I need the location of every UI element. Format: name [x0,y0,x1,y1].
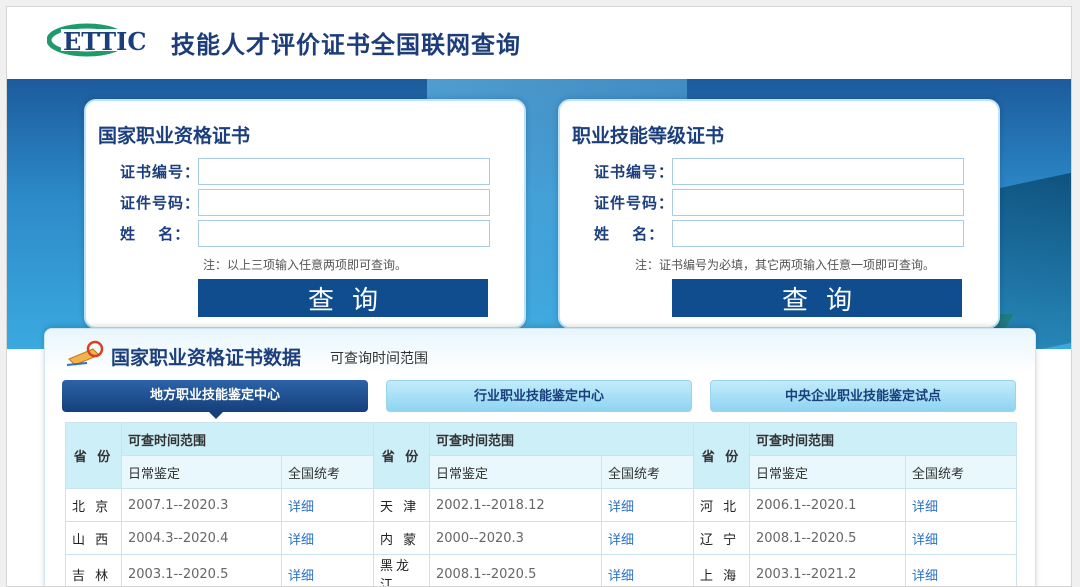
national-header: 全国统考 [905,455,1017,489]
certificate-number-label: 证书编号： [120,163,201,181]
ettic-logo: ETTIC [47,23,159,57]
national-certificate-card: 国家职业资格证书 证书编号： 证件号码： 姓 名： 注：以上三项输入任意两项即可… [84,99,526,329]
table-row: 北 京 2007.1--2020.3 详细 天 津 2002.1--2018.1… [65,488,1017,522]
table-header-row: 省 份 可查时间范围 省 份 可查时间范围 省 份 可查时间范围 [65,422,1017,489]
site-title: 技能人才评价证书全国联网查询 [171,31,521,59]
certificate-number-row: 证书编号： [120,158,500,185]
skill-level-certificate-card: 职业技能等级证书 证书编号： 证件号码： 姓 名： 注：证书编号为必填，其它两项… [558,99,1000,329]
detail-link[interactable]: 详细 [601,554,694,586]
province-header: 省 份 [65,422,122,489]
logo-text: ETTIC [63,27,146,56]
detail-link[interactable]: 详细 [905,554,1017,586]
detail-link[interactable]: 详细 [281,488,374,522]
range-cell: 2002.1--2018.12 [429,488,602,522]
table-row: 山 西 2004.3--2020.4 详细 内 蒙 2000--2020.3 详… [65,521,1017,555]
certificate-number-label: 证书编号： [594,163,675,181]
card-title: 国家职业资格证书 [98,125,251,147]
province-cell: 河 北 [693,488,750,522]
table-subheader-row: 日常鉴定 全国统考 日常鉴定 全国统考 日常鉴定 全国统考 [66,455,1017,489]
tab-central-enterprise[interactable]: 中央企业职业技能鉴定试点 [710,380,1016,412]
detail-link[interactable]: 详细 [905,488,1017,522]
daily-header: 日常鉴定 [121,455,282,489]
id-number-row: 证件号码： [120,189,500,216]
name-input[interactable] [672,220,964,247]
panel-title: 国家职业资格证书数据 [111,347,302,369]
range-cell: 2007.1--2020.3 [121,488,282,522]
certificate-number-input[interactable] [198,158,490,185]
province-cell: 天 津 [373,488,430,522]
page-frame: ETTIC 技能人才评价证书全国联网查询 国家职业资格证书 证书编号： 证件号码… [6,6,1072,587]
pen-certificate-icon [66,340,104,366]
certificate-number-input[interactable] [672,158,964,185]
name-input[interactable] [198,220,490,247]
name-label: 姓 名： [594,225,665,243]
tab-local-center[interactable]: 地方职业技能鉴定中心 [62,380,368,419]
detail-link[interactable]: 详细 [601,488,694,522]
panel-subtitle: 可查询时间范围 [330,351,428,367]
range-cell: 2006.1--2020.1 [749,488,906,522]
province-cell: 内 蒙 [373,521,430,555]
detail-link[interactable]: 详细 [601,521,694,555]
range-cell: 2003.1--2021.2 [749,554,906,586]
certificate-number-row: 证书编号： [594,158,974,185]
province-header: 省 份 [693,422,750,489]
id-number-input[interactable] [198,189,490,216]
id-number-label: 证件号码： [120,194,201,212]
id-number-label: 证件号码： [594,194,675,212]
range-cell: 2000--2020.3 [429,521,602,555]
query-note: 注：以上三项输入任意两项即可查询。 [203,258,408,272]
daily-header: 日常鉴定 [749,455,906,489]
card-title: 职业技能等级证书 [572,125,725,147]
query-note: 注：证书编号为必填，其它两项输入任意一项即可查询。 [635,258,936,272]
range-header: 可查时间范围 [121,422,374,456]
id-number-row: 证件号码： [594,189,974,216]
range-header: 可查时间范围 [749,422,1017,456]
table-row: 吉 林 2003.1--2020.5 详细 黑龙江 2008.1--2020.5… [65,554,1017,586]
national-header: 全国统考 [601,455,694,489]
name-row: 姓 名： [594,220,974,247]
range-cell: 2003.1--2020.5 [121,554,282,586]
province-cell: 北 京 [65,488,122,522]
national-header: 全国统考 [281,455,374,489]
detail-link[interactable]: 详细 [281,521,374,555]
range-cell: 2004.3--2020.4 [121,521,282,555]
province-header: 省 份 [373,422,430,489]
tab-industry-center[interactable]: 行业职业技能鉴定中心 [386,380,692,412]
range-cell: 2008.1--2020.5 [429,554,602,586]
query-button[interactable]: 查询 [198,279,488,317]
detail-link[interactable]: 详细 [281,554,374,586]
detail-link[interactable]: 详细 [905,521,1017,555]
name-label: 姓 名： [120,225,191,243]
site-header: ETTIC 技能人才评价证书全国联网查询 [7,7,1071,79]
province-cell: 山 西 [65,521,122,555]
range-cell: 2008.1--2020.5 [749,521,906,555]
province-cell: 吉 林 [65,554,122,586]
province-cell: 黑龙江 [373,554,430,586]
range-header: 可查时间范围 [429,422,694,456]
id-number-input[interactable] [672,189,964,216]
province-cell: 上 海 [693,554,750,586]
query-range-table: 省 份 可查时间范围 省 份 可查时间范围 省 份 可查时间范围 日常鉴定 全国… [65,422,1017,586]
province-cell: 辽 宁 [693,521,750,555]
daily-header: 日常鉴定 [429,455,602,489]
name-row: 姓 名： [120,220,500,247]
panel-header: 国家职业资格证书数据 可查询时间范围 [45,329,1035,373]
query-button[interactable]: 查询 [672,279,962,317]
certificate-data-panel: 国家职业资格证书数据 可查询时间范围 地方职业技能鉴定中心 行业职业技能鉴定中心… [44,328,1036,586]
